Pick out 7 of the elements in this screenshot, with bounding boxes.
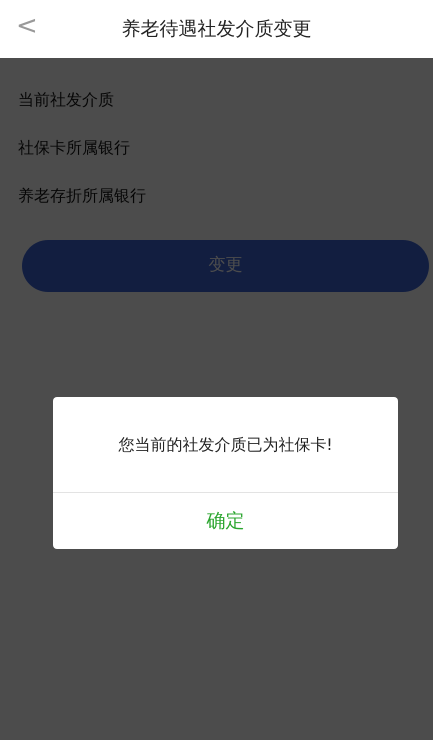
field-label: 当前社发介质: [18, 89, 114, 111]
field-label: 养老存折所属银行: [18, 185, 146, 207]
dialog-message: 您当前的社发介质已为社保卡!: [118, 434, 333, 456]
back-button[interactable]: <: [8, 9, 46, 43]
confirm-button[interactable]: 确定: [53, 493, 398, 549]
field-label: 社保卡所属银行: [18, 137, 130, 159]
page-title: 养老待遇社发介质变更: [122, 16, 312, 42]
